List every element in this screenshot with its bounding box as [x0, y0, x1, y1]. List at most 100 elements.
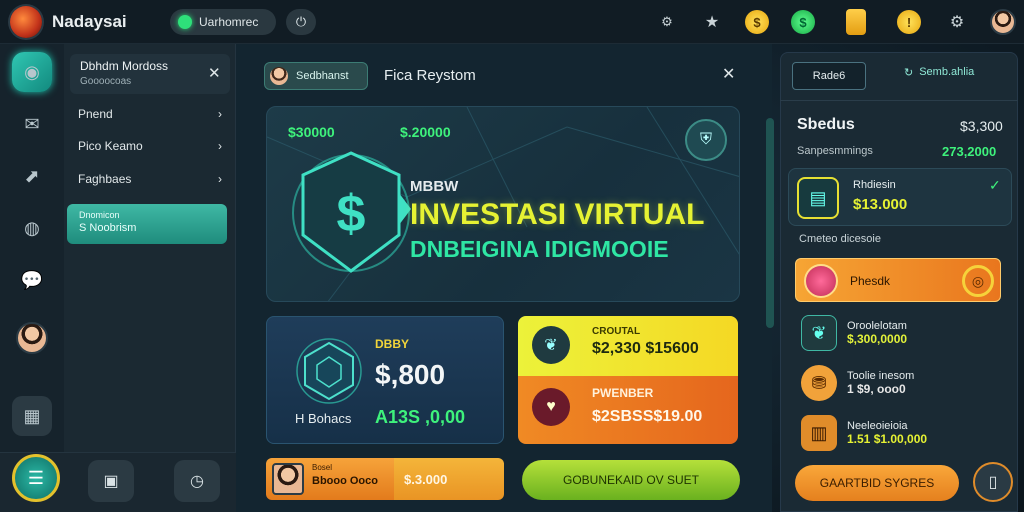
- card-orange-amount: $2SBSS$19.00: [592, 408, 703, 425]
- chat-icon: 💬: [20, 269, 44, 290]
- panel-title: Sbedus: [797, 116, 855, 133]
- rail-chat-button[interactable]: 💬: [12, 260, 52, 300]
- app-logo[interactable]: [10, 6, 42, 38]
- treasure-chest-icon: ▥: [801, 415, 837, 451]
- submenu-item[interactable]: Pico Keamo ›: [78, 130, 228, 162]
- submenu-panel: Dbhdm Mordoss Goooocoas ✕ Pnend › Pico Ke…: [64, 44, 236, 452]
- rail-chart-button[interactable]: ⬈: [12, 156, 52, 196]
- green-coin-icon[interactable]: $: [791, 10, 815, 34]
- rail-mail-button[interactable]: ✉: [12, 104, 52, 144]
- featured-card[interactable]: ▤ Rhdiesin $13.000 ✓: [788, 168, 1012, 226]
- status-pill-label: Uarhomrec: [199, 15, 259, 29]
- submenu-item[interactable]: Pnend ›: [78, 98, 228, 130]
- primary-action-button[interactable]: GOBUNEKAID OV SUET: [522, 460, 740, 500]
- strip-avatar: [272, 463, 304, 495]
- badge-avatar: [270, 67, 288, 85]
- rail-home-button[interactable]: ◉: [12, 52, 52, 92]
- door-icon: ▯: [988, 474, 998, 491]
- exit-button[interactable]: ▯: [973, 462, 1013, 502]
- modal-close-icon[interactable]: ✕: [722, 64, 735, 84]
- card-yellow-section[interactable]: ❦ CROUTAL $2,330 $15600: [518, 316, 738, 376]
- start-button[interactable]: GAARTBID SYGRES: [795, 465, 959, 501]
- user-avatar: [16, 322, 48, 354]
- submenu-item[interactable]: Faghbaes ›: [78, 163, 228, 195]
- heart-shield-icon: ♥: [532, 388, 570, 426]
- crystal-shield-icon: [296, 338, 362, 404]
- check-icon: ✓: [989, 177, 1001, 193]
- hero-line1: MBBW: [410, 178, 459, 195]
- mail-icon: ✉: [24, 113, 40, 134]
- rail-profile-button[interactable]: [12, 318, 52, 358]
- plant-icon: ❦: [801, 315, 837, 351]
- hero-subheadline: DNBEIGINA IDIGMOOIE: [410, 236, 669, 262]
- shield-badge-icon[interactable]: ⛨: [685, 119, 727, 161]
- pink-orb-icon: [804, 264, 838, 298]
- rail-globe-button[interactable]: ◍: [12, 208, 52, 248]
- investment-card-split[interactable]: ❦ CROUTAL $2,330 $15600 ♥ PWENBER $2SBSS…: [518, 316, 738, 444]
- list-item-amount: 1 $9, ooo0: [847, 382, 906, 396]
- notification-coin-icon[interactable]: !: [897, 10, 921, 34]
- card-orange-section[interactable]: ♥ PWENBER $2SBSS$19.00: [518, 376, 738, 444]
- card-yellow-amount: $2,330 $15600: [592, 340, 699, 357]
- menu-round-button[interactable]: ☰: [12, 454, 60, 502]
- gold-coin-icon[interactable]: $: [745, 10, 769, 34]
- list-item[interactable]: ❦ Oroolelotam $,300,0000: [795, 313, 1013, 353]
- wallet-card-icon[interactable]: [846, 9, 866, 35]
- modal-badge-button[interactable]: Sedbhanst: [264, 62, 368, 90]
- clock-icon: ◷: [190, 473, 204, 490]
- strip-amount: $.3.000: [394, 458, 504, 500]
- list-item-amount: 1.51 $1.00,000: [847, 432, 928, 446]
- online-dot-icon: [178, 15, 192, 29]
- card-blue-tag: DBBY: [375, 337, 410, 351]
- status-pill-button[interactable]: Uarhomrec: [170, 9, 276, 35]
- settings-gear-icon[interactable]: ⚙: [655, 10, 679, 34]
- clock-button[interactable]: ◷: [174, 460, 220, 502]
- tab-semb[interactable]: ↻ Semb.ahlia: [904, 66, 974, 79]
- top-bar: [0, 0, 1024, 44]
- strip-small-label: Bosel: [312, 463, 333, 472]
- chevron-right-icon: ›: [218, 139, 222, 153]
- card-blue-caption: H Bohacs: [295, 411, 352, 426]
- submenu-item-active[interactable]: Dnomicon S Noobrism: [67, 204, 227, 244]
- rail-grid-button[interactable]: ▦: [12, 396, 52, 436]
- strip-left: Bosel Bbooo Ooco: [266, 458, 394, 500]
- menu-icon: ☰: [27, 467, 45, 488]
- close-icon[interactable]: ✕: [208, 64, 221, 82]
- tab-rade[interactable]: Rade6: [792, 62, 866, 90]
- strip-label: Bbooo Ooco: [312, 475, 378, 487]
- target-icon: ◎: [962, 265, 994, 297]
- profile-avatar[interactable]: [990, 9, 1016, 35]
- panel-sub-label: Sanpesmmings: [797, 145, 873, 157]
- highlight-row[interactable]: Phesdk ◎: [795, 258, 1001, 302]
- card-orange-tag: PWENBER: [592, 386, 654, 400]
- hero-headline: INVESTASI VIRTUAL: [410, 198, 705, 231]
- list-item[interactable]: ⛃ Toolie inesom 1 $9, ooo0: [795, 363, 1013, 403]
- panel-title-amount: $3,300: [960, 118, 1003, 134]
- dollar-shield-icon: $: [292, 151, 411, 273]
- scrollbar[interactable]: [766, 118, 774, 328]
- list-item-label: Toolie inesom: [847, 370, 915, 382]
- globe-icon: ◍: [24, 217, 40, 238]
- featured-label: Rhdiesin: [853, 179, 896, 191]
- submenu-item-label: Pnend: [78, 107, 113, 121]
- submenu-item-label: Pico Keamo: [78, 139, 143, 153]
- card-blue-caption-amount: A13S ,0,00: [375, 407, 466, 427]
- leaf-shield-icon: ❦: [532, 326, 570, 364]
- grid-icon: ▦: [23, 405, 41, 426]
- submenu-subtitle: Goooocoas: [80, 76, 132, 87]
- star-icon[interactable]: ★: [700, 10, 724, 34]
- list-item[interactable]: ▥ Neeleoieioia 1.51 $1.00,000: [795, 413, 1013, 453]
- card-blue-amount: $,800: [375, 359, 446, 390]
- investment-card-blue[interactable]: DBBY $,800 H Bohacs A13S ,0,00: [266, 316, 504, 444]
- gear-icon[interactable]: ⚙: [945, 10, 969, 34]
- submenu-item-label: Faghbaes: [78, 172, 132, 186]
- divider: [780, 100, 1018, 101]
- chevron-right-icon: ›: [218, 107, 222, 121]
- image-icon: ▣: [103, 473, 119, 490]
- list-item-amount: $,300,0000: [847, 332, 908, 346]
- portfolio-strip[interactable]: Bosel Bbooo Ooco $.3.000: [266, 458, 504, 500]
- list-item-label: Oroolelotam: [847, 320, 907, 332]
- money-bag-icon: ⛃: [801, 365, 837, 401]
- power-button[interactable]: ⏻: [286, 9, 316, 35]
- image-button[interactable]: ▣: [88, 460, 134, 502]
